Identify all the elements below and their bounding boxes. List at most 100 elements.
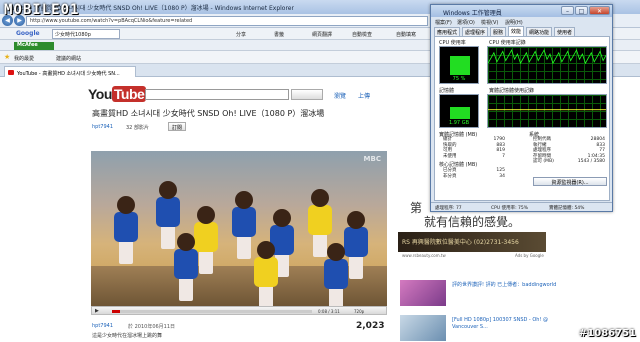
- dancer-legs: [119, 240, 133, 264]
- physical-memory-stats: 總計 1790 快取的 883 可用 819 未使用 7: [443, 137, 505, 159]
- dancer-figure: [251, 241, 281, 306]
- google-search-input[interactable]: 少女時代1080p: [52, 29, 120, 39]
- menu-help[interactable]: 說明(H): [505, 19, 523, 26]
- tab-performance[interactable]: 效能: [508, 26, 525, 36]
- system-stats: 控制代碼 28804 執行緒 833 處理程序 77 存留時間 1:04:35 認可 (…: [533, 137, 605, 165]
- table-row: 認可 (MB) 1543 / 3580: [533, 159, 605, 165]
- close-icon[interactable]: ✕: [589, 6, 610, 15]
- rec-title[interactable]: [Full HD 1080p] 100307 SNSD - Oh! @ Vanc…: [452, 317, 572, 331]
- channel-link[interactable]: hpt7941: [92, 124, 113, 130]
- memory-gauge: 1.97 GB: [439, 94, 479, 128]
- video-player[interactable]: MBC: [91, 151, 387, 306]
- uploader-link[interactable]: hpt7941: [92, 323, 113, 329]
- cpu-gauge-bar: [450, 55, 470, 75]
- tab-services[interactable]: 服務: [490, 27, 507, 36]
- upload-date: 於 2010年06月11日: [128, 324, 176, 330]
- dancer-head: [257, 241, 275, 259]
- broadcaster-watermark: MBC: [363, 155, 381, 163]
- play-icon[interactable]: ▶: [95, 308, 99, 314]
- share-button[interactable]: 分享: [236, 31, 246, 38]
- menu-view[interactable]: 檢視(V): [481, 19, 498, 26]
- quality-button[interactable]: 720p: [354, 309, 364, 314]
- menu-options[interactable]: 選項(O): [457, 19, 475, 26]
- ad-slogan-line1: 第: [410, 201, 423, 215]
- memory-history-svg: [488, 109, 606, 111]
- tab-networking[interactable]: 網路功能: [526, 27, 553, 36]
- logo-you: You: [88, 86, 112, 102]
- view-count: 2,023: [356, 321, 385, 331]
- ads-by-google[interactable]: Ads by Google: [515, 253, 544, 258]
- dancer-head: [311, 189, 329, 207]
- post-id-watermark: #1086751: [578, 328, 636, 339]
- autocheck-button[interactable]: 自動檢查: [352, 31, 372, 38]
- dancer-body: [156, 197, 180, 227]
- tab-processes[interactable]: 處理程序: [462, 27, 489, 36]
- dancer-body: [254, 257, 278, 287]
- dancer-head: [327, 243, 345, 261]
- favorites-button[interactable]: 我的最愛: [14, 55, 34, 62]
- tab-applications[interactable]: 應用程式: [434, 27, 461, 36]
- dancer-legs: [199, 250, 213, 274]
- cpu-usage-label: CPU 使用率: [439, 40, 466, 46]
- list-item[interactable]: 評的世界讚評! 評的 已上傳者：baddingworld: [400, 280, 580, 306]
- dancer-body: [308, 205, 332, 235]
- video-controls: ▶ 0:08 / 3:11 720p: [91, 306, 387, 315]
- translate-button[interactable]: 網頁翻譯: [312, 31, 332, 38]
- ad-banner[interactable]: RS 再興醫院數位醫美中心 (02)2731-3456: [398, 232, 546, 252]
- menu-file[interactable]: 檔案(F): [435, 19, 452, 26]
- stat-value: 34: [499, 173, 505, 179]
- cpu-history-svg: [488, 49, 606, 65]
- ad-url[interactable]: www.rsbeauty.com.tw: [402, 253, 446, 258]
- maximize-icon[interactable]: □: [575, 6, 588, 15]
- video-title: 高畫質HD 소녀시대 少女時代 SNSD Oh! LIVE（1080 P）溜冰場: [92, 109, 325, 118]
- star-icon: ★: [4, 53, 11, 61]
- list-item[interactable]: [Full HD 1080p] 100307 SNSD - Oh! @ Vanc…: [400, 315, 580, 341]
- task-manager-title-bar: Windows 工作管理員 – □ ✕: [431, 5, 612, 17]
- autofill-button[interactable]: 自動填寫: [396, 31, 416, 38]
- url-field[interactable]: http://www.youtube.com/watch?v=pBAcqCLNi…: [26, 16, 428, 26]
- thumbnail[interactable]: [400, 315, 446, 341]
- kernel-memory-stats: 已分頁 125 非分頁 34: [443, 168, 505, 179]
- performance-panel: CPU 使用率 CPU 使用率記錄 75 % 記憶體 實體記憶體使用記錄 1.9…: [434, 36, 610, 201]
- thumbnail[interactable]: [400, 280, 446, 306]
- upload-link[interactable]: 上傳: [358, 91, 370, 100]
- memory-gauge-bar: [450, 107, 470, 119]
- logo-tube: Tube: [111, 86, 147, 102]
- progress-fill: [112, 310, 120, 313]
- minimize-icon[interactable]: –: [561, 6, 574, 15]
- mcafee-button[interactable]: McAfee: [14, 42, 54, 50]
- dancer-body: [232, 207, 256, 237]
- dancer-body: [324, 259, 348, 289]
- cpu-gauge-value: 75 %: [452, 76, 466, 82]
- stat-key: 未使用: [443, 153, 457, 159]
- suggested-sites-link[interactable]: 建議的網站: [56, 55, 81, 62]
- resource-monitor-button[interactable]: 資源監視器(R)...: [533, 177, 607, 186]
- ad-slogan-line2: 就有信賴的感覺。: [424, 215, 521, 229]
- tab-users[interactable]: 使用者: [554, 27, 576, 36]
- dancer-figure: [321, 243, 351, 306]
- dancer-head: [235, 191, 253, 209]
- channel-video-count[interactable]: 32 部影片: [126, 124, 149, 131]
- rec-title[interactable]: 評的世界讚評! 評的 已上傳者：baddingworld: [452, 282, 572, 289]
- subscribe-button[interactable]: 訂閱: [168, 122, 186, 131]
- dancer-body: [174, 249, 198, 279]
- dancer-body: [344, 227, 368, 257]
- youtube-logo[interactable]: You Tube: [88, 86, 147, 102]
- youtube-search-input[interactable]: [145, 89, 289, 100]
- mobile01-watermark: MOBILE01: [4, 2, 80, 18]
- youtube-search-button[interactable]: [291, 89, 323, 100]
- tab-youtube[interactable]: YouTube - 高畫質HD 소녀시대 少女時代 SN...: [4, 66, 136, 77]
- stat-value: 7: [502, 153, 505, 159]
- task-manager-status-bar: 處理程序: 77 CPU 使用率: 75% 實體記憶體: 54%: [431, 202, 612, 211]
- dancer-head: [159, 181, 177, 199]
- task-manager-window: Windows 工作管理員 – □ ✕ 檔案(F) 選項(O) 檢視(V) 說明…: [430, 4, 613, 212]
- progress-bar[interactable]: [112, 310, 312, 313]
- dancer-figure: [111, 196, 141, 266]
- browse-link[interactable]: 瀏覽: [334, 91, 346, 100]
- kernel-memory-label: 核心記憶體 (MB): [439, 162, 478, 168]
- bookmarks-button[interactable]: 書籤: [274, 31, 284, 38]
- dancer-head: [177, 233, 195, 251]
- memory-history-label: 實體記憶體使用記錄: [489, 88, 535, 94]
- dancer-legs: [349, 255, 363, 279]
- stat-key: 非分頁: [443, 173, 457, 179]
